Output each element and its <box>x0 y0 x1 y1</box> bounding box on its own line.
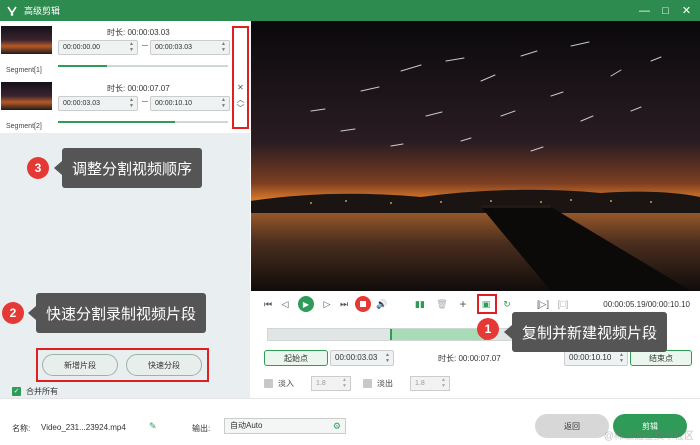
fade-in-label: 淡入 <box>278 379 294 388</box>
fade-out-control[interactable]: 淡出 1.8 ▲ ▼ <box>363 376 450 391</box>
next-frame-icon[interactable]: ▷ <box>320 297 334 311</box>
bottom-bar: 名称: Video_231...23924.mp4 ✎ 输出: 自动Auto ⚙… <box>0 398 700 445</box>
fade-out-input[interactable]: 1.8 ▲ ▼ <box>410 376 450 391</box>
stop-button[interactable] <box>355 296 371 312</box>
video-preview[interactable] <box>251 21 700 291</box>
copy-segment-icon[interactable]: ▣ <box>479 297 493 311</box>
title-bar: 高级剪辑 — □ ✕ <box>0 0 700 21</box>
name-label: 名称: <box>12 424 31 433</box>
callout-copy-segment: 复制并新建视频片段 <box>503 312 668 352</box>
segment-start-input[interactable]: 00:00:03.03 ▲ ▼ <box>58 96 138 111</box>
segment-end-input[interactable]: 00:00:10.10 ▲ ▼ <box>150 96 230 111</box>
output-select[interactable]: 自动Auto ⚙ <box>224 418 346 434</box>
callout-badge-2: 2 <box>2 302 24 324</box>
segment-end-input[interactable]: 00:00:03.03 ▲ ▼ <box>150 40 230 55</box>
playback-timecode: 00:00:05.19/00:00:10.10 <box>603 300 690 309</box>
left-panel: Segment[1] 时长: 00:00:03.03 00:00:00.00 ▲ ▼… <box>0 21 250 398</box>
minimize-button[interactable]: — <box>637 3 652 18</box>
fade-in-checkbox[interactable] <box>264 379 273 388</box>
callout-reorder: 调整分割视频顺序 <box>53 148 203 188</box>
segment-progress <box>58 65 228 67</box>
delete-segment-icon[interactable]: ✕ <box>237 83 244 92</box>
trim-duration: 时长: 00:00:07.07 <box>438 354 501 363</box>
callout-badge-1: 1 <box>477 318 499 340</box>
trim-selection[interactable] <box>390 329 486 340</box>
quick-split-button[interactable]: 快速分段 <box>126 354 202 376</box>
segment-label: Segment[1] <box>6 67 42 74</box>
segment-duration: 时长: 00:00:07.07 <box>107 84 170 93</box>
segment-label: Segment[2] <box>6 123 42 130</box>
merge-all-checkbox[interactable]: ✓ 合并所有 <box>12 386 58 397</box>
move-down-icon[interactable]: ﹀ <box>237 103 245 114</box>
reset-icon[interactable]: ↻ <box>500 297 514 311</box>
prev-frame-icon[interactable]: ◁ <box>278 297 292 311</box>
split-icon[interactable]: ▮▮ <box>413 297 427 311</box>
delete-icon[interactable]: 🗑 <box>435 297 449 311</box>
output-label: 输出: <box>192 424 211 433</box>
set-start-button[interactable]: 起始点 <box>264 350 328 366</box>
mark-in-icon[interactable]: [▷] <box>536 297 550 311</box>
trim-end-input[interactable]: 00:00:10.10 ▲ ▼ <box>564 350 628 366</box>
back-button[interactable]: 返回 <box>535 414 609 438</box>
fade-out-label: 淡出 <box>377 379 393 388</box>
segment-thumbnail <box>1 26 52 54</box>
file-name: Video_231...23924.mp4 <box>41 423 126 432</box>
skip-end-icon[interactable]: ⏭ <box>337 297 351 311</box>
volume-icon[interactable]: 🔊 <box>375 297 389 311</box>
separator <box>142 101 148 102</box>
watermark: @稀土掘金技术社区 <box>603 431 694 442</box>
add-segment-button[interactable]: 新增片段 <box>42 354 118 376</box>
separator <box>142 45 148 46</box>
add-icon[interactable]: + <box>456 297 470 311</box>
trim-start-input[interactable]: 00:00:03.03 ▲ ▼ <box>330 350 394 366</box>
fade-out-checkbox[interactable] <box>363 379 372 388</box>
segment-item-1[interactable]: Segment[1] 时长: 00:00:03.03 00:00:00.00 ▲ ▼… <box>0 21 232 77</box>
segment-start-input[interactable]: 00:00:00.00 ▲ ▼ <box>58 40 138 55</box>
checkbox-checked-icon: ✓ <box>12 387 21 396</box>
merge-all-label: 合并所有 <box>26 387 58 396</box>
maximize-button[interactable]: □ <box>658 3 673 18</box>
segment-thumbnail <box>1 82 52 110</box>
fade-in-control[interactable]: 淡入 1.8 ▲ ▼ <box>264 376 351 391</box>
segment-order-controls: ✕ ︿ ﹀ <box>233 28 248 128</box>
segment-progress <box>58 121 228 123</box>
fade-in-input[interactable]: 1.8 ▲ ▼ <box>311 376 351 391</box>
set-end-button[interactable]: 结束点 <box>630 350 692 366</box>
close-window-button[interactable]: ✕ <box>679 3 694 18</box>
segment-duration: 时长: 00:00:03.03 <box>107 28 170 37</box>
segment-item-2[interactable]: Segment[2] 时长: 00:00:07.07 00:00:03.03 ▲ ▼… <box>0 77 232 133</box>
callout-badge-3: 3 <box>27 157 49 179</box>
callout-quick-split: 快速分割录制视频片段 <box>27 293 207 333</box>
edit-name-icon[interactable]: ✎ <box>149 421 157 432</box>
window-title: 高级剪辑 <box>24 6 61 16</box>
gear-icon[interactable]: ⚙ <box>333 419 341 433</box>
play-button[interactable]: ▶ <box>298 296 314 312</box>
app-logo-icon <box>6 5 18 17</box>
skip-start-icon[interactable]: ⏮ <box>261 297 275 311</box>
mark-out-icon[interactable]: [□] <box>556 297 570 311</box>
segment-list: Segment[1] 时长: 00:00:03.03 00:00:00.00 ▲ ▼… <box>0 21 250 133</box>
